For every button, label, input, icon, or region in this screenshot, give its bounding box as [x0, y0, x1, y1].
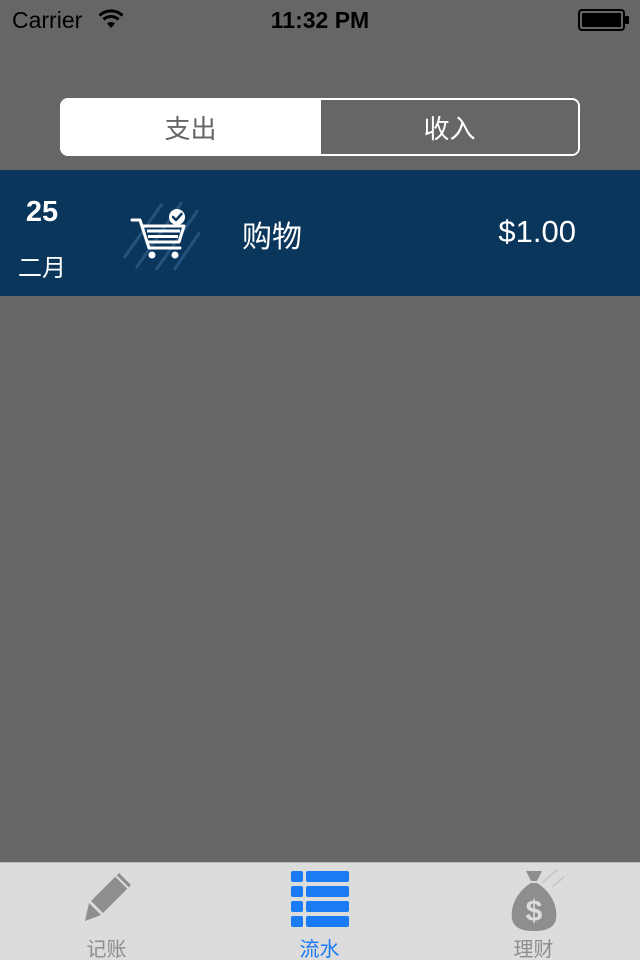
status-bar: Carrier 11:32 PM — [0, 0, 640, 40]
battery-icon — [578, 9, 629, 31]
tab-transactions[interactable]: 流水 — [213, 863, 426, 960]
tab-bar: 记账 流水 $ 理财 — [0, 862, 640, 960]
transaction-amount: $1.00 — [498, 214, 576, 249]
transaction-month: 二月 — [18, 254, 66, 282]
list-icon — [290, 871, 349, 927]
money-bag-icon: $ — [511, 869, 565, 931]
status-time: 11:32 PM — [270, 7, 370, 33]
app-screen: Carrier 11:32 PM 支出 收入 25 二月 购物 $1.00 记账… — [0, 0, 640, 960]
expense-income-segmented-control: 支出 收入 — [60, 98, 580, 156]
svg-text:$: $ — [525, 895, 542, 928]
pencil-icon — [84, 873, 131, 921]
shopping-cart-icon — [122, 201, 200, 270]
segment-expense[interactable]: 支出 — [62, 100, 319, 154]
tab-transactions-label: 流水 — [299, 937, 340, 960]
tab-bookkeeping-label: 记账 — [86, 937, 127, 960]
tab-finance-label: 理财 — [513, 937, 554, 960]
transaction-day: 25 — [25, 196, 59, 228]
tab-finance[interactable]: $ 理财 — [427, 863, 640, 960]
transaction-row[interactable]: 25 二月 购物 $1.00 — [0, 170, 640, 296]
segment-income[interactable]: 收入 — [319, 100, 578, 154]
transaction-category: 购物 — [242, 220, 302, 255]
tab-bookkeeping[interactable]: 记账 — [0, 863, 213, 960]
